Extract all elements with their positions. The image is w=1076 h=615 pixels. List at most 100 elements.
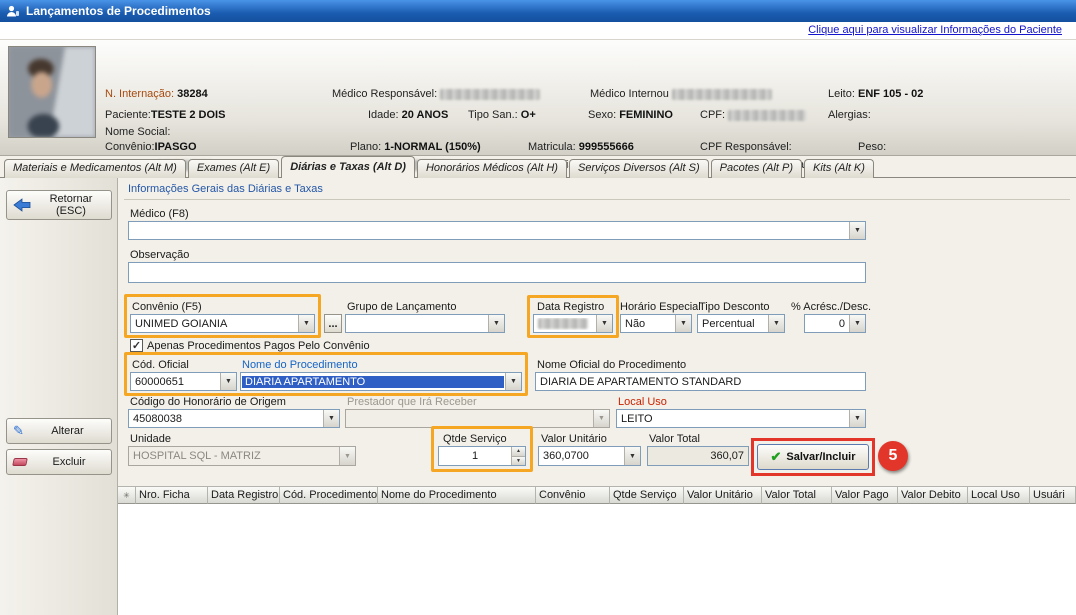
chevron-down-icon[interactable]: ▼ (220, 373, 236, 390)
chevron-down-icon[interactable]: ▼ (849, 222, 865, 239)
valor-unitario-label: Valor Unitário (541, 433, 607, 445)
spinner-down-icon[interactable]: ▼ (512, 457, 525, 466)
window-title: Lançamentos de Procedimentos (26, 4, 211, 18)
convenio-combobox[interactable]: UNIMED GOIANIA ▼ (130, 314, 315, 333)
col-valor-debito[interactable]: Valor Debito (898, 486, 968, 504)
col-valor-pago[interactable]: Valor Pago (832, 486, 898, 504)
col-convenio[interactable]: Convênio (536, 486, 610, 504)
window-titlebar[interactable]: Lançamentos de Procedimentos (0, 0, 1076, 22)
field-cpf-responsavel: CPF Responsável: (700, 141, 792, 153)
col-cod-procedimento[interactable]: Cód. Procedimento (280, 486, 378, 504)
col-nro-ficha[interactable]: Nro. Ficha (136, 486, 208, 504)
excluir-button[interactable]: Excluir (6, 449, 112, 475)
cod-oficial-combobox[interactable]: 60000651 ▼ (130, 372, 237, 391)
data-registro-combobox[interactable]: ▼ (533, 314, 613, 333)
field-paciente: Paciente:TESTE 2 DOIS (105, 109, 225, 121)
browse-convenio-button[interactable]: ... (324, 314, 342, 333)
app-icon (6, 4, 20, 18)
field-alergias: Alergias: (828, 109, 871, 121)
patient-info-panel: N. Internação: 38284 Médico Responsável:… (0, 40, 1076, 156)
col-valor-total[interactable]: Valor Total (762, 486, 832, 504)
medico-label: Médico (F8) (130, 208, 189, 220)
local-uso-combobox[interactable]: LEITO ▼ (616, 409, 866, 428)
chevron-down-icon[interactable]: ▼ (849, 410, 865, 427)
prestador-label: Prestador que Irá Receber (347, 396, 477, 408)
chevron-down-icon: ▼ (339, 447, 355, 465)
field-plano: Plano: 1-NORMAL (150%) (350, 141, 481, 153)
chevron-down-icon[interactable]: ▼ (298, 315, 314, 332)
alterar-button[interactable]: ✎ Alterar (6, 418, 112, 444)
col-valor-unitario[interactable]: Valor Unitário (684, 486, 762, 504)
field-sexo: Sexo: FEMININO (588, 109, 673, 121)
results-grid-header: ✳ Nro. Ficha Data Registro Cód. Procedim… (118, 486, 1076, 504)
pencil-icon: ✎ (13, 423, 24, 439)
field-cpf: CPF: (700, 109, 806, 121)
salvar-incluir-button[interactable]: ✔ Salvar/Incluir (757, 444, 869, 470)
header-link-bar: Clique aqui para visualizar Informações … (0, 22, 1076, 40)
convenio-label: Convênio (F5) (132, 301, 202, 313)
nome-procedimento-label: Nome do Procedimento (242, 359, 358, 371)
valor-unitario-combobox[interactable]: 360,0700 ▼ (538, 446, 641, 466)
indicator-icon: ✳ (123, 491, 130, 500)
redacted-value (672, 89, 772, 100)
medico-combobox[interactable]: ▼ (128, 221, 866, 240)
tab-exames[interactable]: Exames (Alt E) (188, 159, 279, 178)
tipo-desconto-combobox[interactable]: Percentual ▼ (697, 314, 785, 333)
qtde-servico-stepper[interactable]: 1 ▲ ▼ (438, 446, 526, 466)
unidade-combobox: HOSPITAL SQL - MATRIZ ▼ (128, 446, 356, 466)
col-local-uso[interactable]: Local Uso (968, 486, 1030, 504)
tab-pacotes[interactable]: Pacotes (Alt P) (711, 159, 802, 178)
observacao-input[interactable] (128, 262, 866, 283)
eraser-icon (12, 458, 28, 466)
redacted-value (440, 89, 540, 100)
cod-honorario-combobox[interactable]: 45080038 ▼ (128, 409, 340, 428)
col-data-registro[interactable]: Data Registro (208, 486, 280, 504)
horario-especial-combobox[interactable]: Não ▼ (620, 314, 692, 333)
apenas-pagos-checkbox[interactable]: ✓ (130, 339, 143, 352)
spinner-up-icon[interactable]: ▲ (512, 447, 525, 457)
acresc-desc-combobox[interactable]: 0 ▼ (804, 314, 866, 333)
procedure-entry-window: Lançamentos de Procedimentos Clique aqui… (0, 0, 1076, 615)
chevron-down-icon[interactable]: ▼ (488, 315, 504, 332)
chevron-down-icon[interactable]: ▼ (768, 315, 784, 332)
results-grid-body (118, 504, 1076, 615)
chevron-down-icon[interactable]: ▼ (323, 410, 339, 427)
grupo-lancamento-label: Grupo de Lançamento (347, 301, 456, 313)
retornar-button[interactable]: Retornar (ESC) (6, 190, 112, 220)
chevron-down-icon[interactable]: ▼ (596, 315, 612, 332)
chevron-down-icon[interactable]: ▼ (675, 315, 691, 332)
tab-strip: Materiais e Medicamentos (Alt M) Exames … (4, 156, 876, 178)
field-tipo-sanguineo: Tipo San.: O+ (468, 109, 536, 121)
tipo-desconto-label: Tipo Desconto (699, 301, 770, 313)
green-check-icon: ✔ (771, 449, 782, 465)
tab-materiais-medicamentos[interactable]: Materiais e Medicamentos (Alt M) (4, 159, 186, 178)
grupo-lancamento-combobox[interactable]: ▼ (345, 314, 505, 333)
redacted-value (538, 318, 588, 329)
chevron-down-icon: ▼ (593, 410, 609, 427)
nome-oficial-input[interactable]: DIARIA DE APARTAMENTO STANDARD (535, 372, 866, 391)
chevron-down-icon[interactable]: ▼ (849, 315, 865, 332)
nome-procedimento-combobox[interactable]: DIARIA APARTAMENTO ▼ (240, 372, 522, 391)
data-registro-label: Data Registro (537, 301, 604, 313)
field-n-internacao: N. Internação: 38284 (105, 88, 208, 100)
cod-oficial-label: Cód. Oficial (132, 359, 189, 371)
chevron-down-icon[interactable]: ▼ (505, 373, 521, 390)
col-qtde-servico[interactable]: Qtde Serviço (610, 486, 684, 504)
qtde-servico-label: Qtde Serviço (443, 433, 507, 445)
tab-honorarios-medicos[interactable]: Honorários Médicos (Alt H) (417, 159, 567, 178)
patient-info-link[interactable]: Clique aqui para visualizar Informações … (808, 24, 1062, 36)
cod-honorario-label: Código do Honorário de Origem (130, 396, 286, 408)
patient-photo (8, 46, 96, 138)
tab-diarias-taxas[interactable]: Diárias e Taxas (Alt D) (281, 156, 415, 178)
horario-especial-label: Horário Especial (620, 301, 701, 313)
unidade-label: Unidade (130, 433, 171, 445)
chevron-down-icon[interactable]: ▼ (624, 447, 640, 465)
tab-kits[interactable]: Kits (Alt K) (804, 159, 874, 178)
tab-servicos-diversos[interactable]: Serviços Diversos (Alt S) (569, 159, 709, 178)
field-convenio: Convênio:IPASGO (105, 141, 197, 153)
field-peso: Peso: (858, 141, 886, 153)
valor-total-label: Valor Total (649, 433, 700, 445)
col-usuario[interactable]: Usuári (1030, 486, 1076, 504)
col-nome-procedimento[interactable]: Nome do Procedimento (378, 486, 536, 504)
local-uso-label: Local Uso (618, 396, 667, 408)
